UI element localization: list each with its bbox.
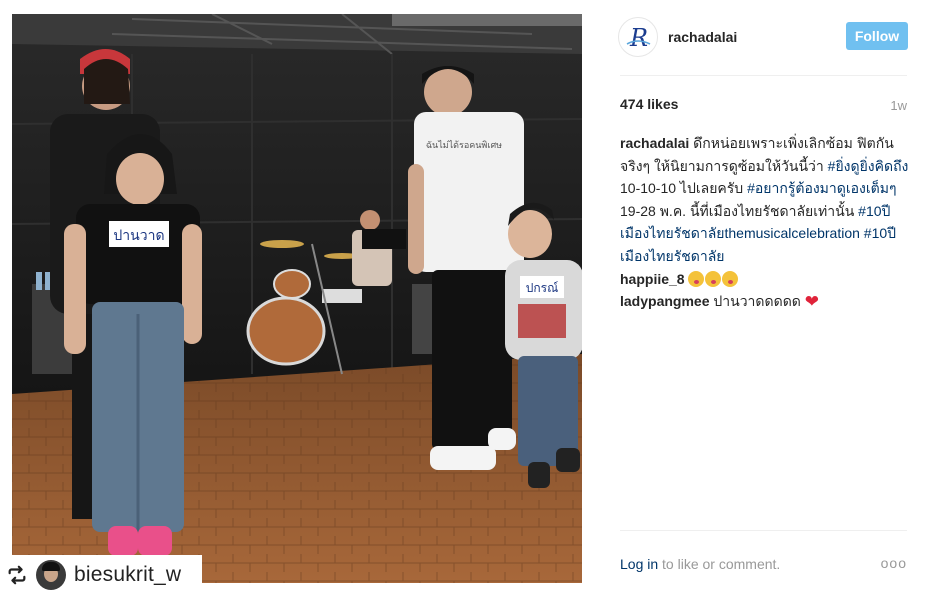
- footer-divider: [620, 530, 907, 531]
- comment-username[interactable]: ladypangmee: [620, 293, 709, 309]
- rehearsal-photo: ปานวาด ฉันไม่ได้รอคนพิเศษ ปกรณ์: [12, 14, 582, 583]
- comment-item: happiie_8: [620, 268, 910, 291]
- kiss-emoji-icon: [722, 270, 739, 287]
- post-side-panel: R rachadalai Follow 474 likes 1w rachada…: [606, 0, 926, 598]
- login-link[interactable]: Log in: [620, 556, 658, 572]
- comment-username[interactable]: happiie_8: [620, 271, 685, 287]
- repost-badge: biesukrit_w: [0, 555, 202, 595]
- post-time[interactable]: 1w: [890, 98, 907, 113]
- caption-text: 19-28 พ.ค. นี้ที่เมืองไทยรัชดาลัยเท่านั้…: [620, 202, 859, 219]
- kiss-emoji-icon: [688, 270, 705, 287]
- profile-avatar[interactable]: R: [618, 17, 658, 57]
- caption: rachadalai ดึกหน่อยเพราะเพิ่งเลิกซ้อม ฟิ…: [620, 132, 910, 268]
- hashtag-link[interactable]: #อยากรู้ต้องมาดูเองเต็มๆ: [747, 180, 896, 196]
- header-divider: [620, 75, 907, 76]
- post-photo[interactable]: ปานวาด ฉันไม่ได้รอคนพิเศษ ปกรณ์: [12, 14, 582, 583]
- repost-username: biesukrit_w: [74, 563, 182, 586]
- comment-text: ปานวาดดดดด: [709, 293, 805, 310]
- caption-text: 10-10-10 ไปเลยครับ: [620, 180, 748, 197]
- more-options-button[interactable]: ooo: [881, 555, 907, 571]
- rachadalai-logo-icon: R: [626, 24, 651, 52]
- caption-username[interactable]: rachadalai: [620, 135, 689, 151]
- post-footer: Log in to like or comment.: [620, 556, 780, 572]
- post-header: R rachadalai Follow: [618, 14, 908, 60]
- hashtag-link[interactable]: #ยิ่งดูยิ่งคิดถึง: [828, 158, 909, 174]
- profile-username[interactable]: rachadalai: [668, 29, 737, 45]
- shirt-label-right: ปกรณ์: [526, 281, 558, 295]
- likes-count[interactable]: 474 likes: [620, 96, 678, 112]
- svg-text:ฉันไม่ได้รอคนพิเศษ: ฉันไม่ได้รอคนพิเศษ: [426, 140, 502, 151]
- comments-list: rachadalai ดึกหน่อยเพราะเพิ่งเลิกซ้อม ฟิ…: [620, 132, 910, 314]
- repost-icon: [8, 565, 26, 585]
- shirt-label-left: ปานวาด: [113, 228, 164, 244]
- login-prompt-text: to like or comment.: [658, 556, 781, 572]
- repost-avatar: [36, 560, 66, 590]
- follow-button[interactable]: Follow: [846, 22, 908, 50]
- kiss-emoji-icon: [705, 270, 722, 287]
- heart-emoji-icon: ❤: [804, 292, 820, 312]
- comment-item: ladypangmee ปานวาดดดดด ❤: [620, 290, 910, 314]
- svg-text:R: R: [629, 24, 648, 52]
